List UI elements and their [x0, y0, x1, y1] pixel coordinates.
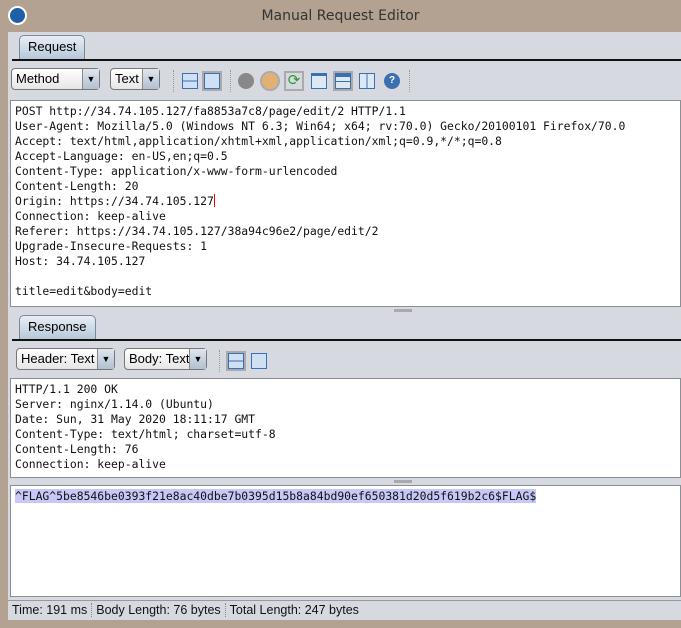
text-line: HTTP/1.1 200 OK: [15, 382, 118, 396]
window-title: Manual Request Editor: [261, 8, 420, 24]
text-line: Accept: text/html,application/xhtml+xml,…: [15, 134, 502, 148]
splitter-handle[interactable]: [10, 478, 681, 485]
text-line: Date: Sun, 31 May 2020 18:11:17 GMT: [15, 412, 256, 426]
chevron-down-icon: ▼: [189, 349, 206, 369]
record-icon[interactable]: [238, 73, 254, 89]
method-select[interactable]: Method ▼: [11, 68, 100, 90]
status-body-length: Body Length: 76 bytes: [92, 603, 226, 617]
status-total-length: Total Length: 247 bytes: [229, 603, 359, 617]
header-view-select[interactable]: Header: Text ▼: [16, 348, 115, 370]
text-line: Accept-Language: en-US,en;q=0.5: [15, 149, 228, 163]
text-line: Referer: https://34.74.105.127/38a94c96e…: [15, 224, 379, 238]
header-view-value: Header: Text: [21, 351, 95, 366]
request-toolbar: Method ▼ Text ▼ ⟳ ?: [8, 68, 681, 94]
tab-divider: [12, 59, 681, 61]
chevron-down-icon: ▼: [82, 69, 99, 89]
text-line: Content-Type: text/html; charset=utf-8: [15, 427, 276, 441]
split-horizontal-icon[interactable]: [226, 351, 246, 371]
body-view-value: Body: Text: [129, 351, 190, 366]
status-bar: Time: 191 ms Body Length: 76 bytes Total L…: [8, 600, 681, 618]
separator: [230, 70, 231, 92]
tab-divider: [12, 339, 681, 341]
cookie-icon[interactable]: [260, 71, 280, 91]
text-line: Server: nginx/1.14.0 (Ubuntu): [15, 397, 214, 411]
text-line: Content-Length: 20: [15, 179, 139, 193]
text-caret: [213, 194, 215, 207]
window-icon[interactable]: [311, 73, 327, 89]
response-body-text: ^FLAG^5be8546be0393f21e8ac40dbe7b0395d15…: [15, 489, 537, 503]
text-line: User-Agent: Mozilla/5.0 (Windows NT 6.3;…: [15, 119, 626, 133]
view-select[interactable]: Text ▼: [110, 68, 160, 90]
request-editor[interactable]: POST http://34.74.105.127/fa8853a7c8/pag…: [10, 100, 681, 307]
text-line: [15, 269, 676, 284]
title-bar: Manual Request Editor: [0, 0, 681, 32]
status-time: Time: 191 ms: [8, 603, 93, 617]
editor-panel: Request Method ▼ Text ▼ ⟳ ? POST http://34…: [8, 32, 681, 620]
response-header-viewer[interactable]: HTTP/1.1 200 OK Server: nginx/1.14.0 (Ubu…: [10, 378, 681, 478]
text-line: Connection: keep-alive: [15, 209, 166, 223]
help-icon[interactable]: ?: [384, 73, 400, 89]
tab-request[interactable]: Request: [19, 35, 86, 59]
view-select-value: Text: [115, 71, 139, 86]
text-line: Content-Type: application/x-www-form-url…: [15, 164, 338, 178]
response-body-viewer[interactable]: ^FLAG^5be8546be0393f21e8ac40dbe7b0395d15…: [10, 485, 681, 597]
body-view-select[interactable]: Body: Text ▼: [124, 348, 207, 370]
text-line: Connection: keep-alive: [15, 457, 166, 471]
split-vertical-icon[interactable]: [359, 73, 375, 89]
text-line: title=edit&body=edit: [15, 284, 153, 298]
app-logo-icon: [8, 6, 27, 25]
follow-redirect-icon[interactable]: ⟳: [284, 71, 304, 91]
tab-response[interactable]: Response: [19, 315, 96, 339]
text-line: Origin: https://34.74.105.127: [15, 194, 215, 208]
chevron-down-icon: ▼: [97, 349, 114, 369]
separator: [173, 70, 174, 92]
text-line: POST http://34.74.105.127/fa8853a7c8/pag…: [15, 104, 406, 118]
separator: [219, 350, 220, 372]
single-pane-icon[interactable]: [202, 71, 222, 91]
separator: [409, 70, 410, 92]
split-horizontal-icon[interactable]: [182, 73, 198, 89]
text-line: Host: 34.74.105.127: [15, 254, 146, 268]
tabs-layout-icon[interactable]: [333, 71, 353, 91]
response-toolbar: Header: Text ▼ Body: Text ▼: [8, 348, 681, 374]
method-select-value: Method: [16, 71, 60, 86]
chevron-down-icon: ▼: [142, 69, 159, 89]
single-pane-icon[interactable]: [251, 353, 267, 369]
text-line: Upgrade-Insecure-Requests: 1: [15, 239, 208, 253]
splitter-handle[interactable]: [10, 307, 681, 314]
text-line: Content-Length: 76: [15, 442, 139, 456]
